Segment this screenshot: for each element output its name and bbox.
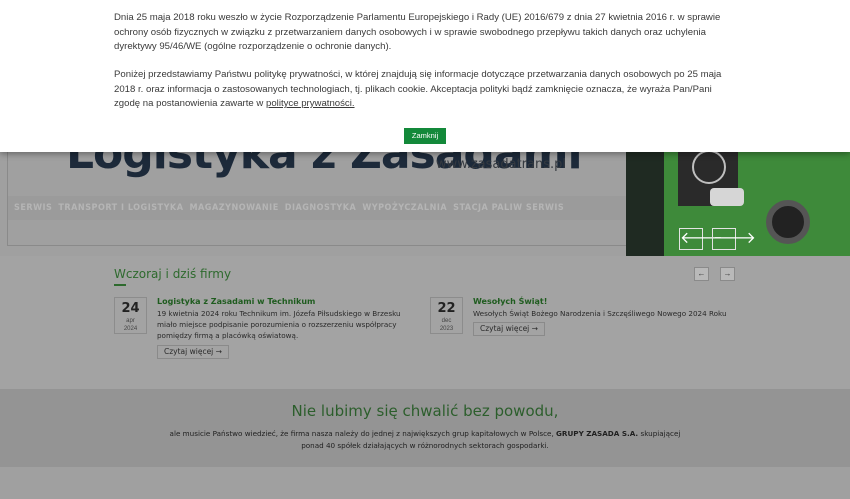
- cookie-paragraph-policy: Poniżej przedstawiamy Państwu politykę p…: [114, 68, 734, 112]
- privacy-policy-link[interactable]: polityce prywatności.: [266, 98, 355, 109]
- news-date-day: 24: [121, 301, 140, 316]
- cookie-close-button[interactable]: Zamknij: [404, 128, 446, 144]
- news-date-month: apr: [126, 318, 135, 324]
- news-title-underline: [114, 284, 126, 286]
- news-date-day: 22: [437, 301, 456, 316]
- news-prev-button[interactable]: ←: [694, 267, 709, 281]
- cookie-paragraph-gdpr: Dnia 25 maja 2018 roku weszło w życie Ro…: [114, 12, 721, 52]
- news-date-year: 2024: [123, 326, 138, 332]
- news-item-body: Wesołych Świąt Bożego Narodzenia i Szczę…: [473, 309, 727, 318]
- promo-title: Nie lubimy się chwalić bez powodu,: [291, 402, 559, 420]
- nav-item-magazynowanie[interactable]: MAGAZYNOWANIE: [189, 203, 278, 213]
- promo-text-bold: GRUPY ZASADA S.A.: [556, 429, 639, 438]
- promo-text-after: skupiającej: [640, 429, 681, 438]
- bottom-band: [0, 467, 850, 499]
- news-date-year: 2023: [439, 326, 454, 332]
- arrow-right-icon: →: [723, 269, 732, 278]
- news-date-box: 22 dec 2023: [430, 297, 463, 334]
- read-more-button[interactable]: Czytaj więcej →: [473, 322, 545, 336]
- promo-text-line2: ponad 40 spółek działających w różnorodn…: [301, 441, 549, 450]
- news-item-heading[interactable]: Wesołych Świąt!: [473, 297, 547, 306]
- promo-text: ale musicie Państwo wiedzieć, że firma n…: [0, 428, 850, 452]
- news-date-box: 24 apr 2024: [114, 297, 147, 334]
- news-section-title: Wczoraj i dziś firmy: [114, 267, 232, 281]
- cookie-policy-text: Poniżej przedstawiamy Państwu politykę p…: [114, 69, 722, 109]
- truck-wheel: [766, 200, 810, 244]
- cookie-banner: Dnia 25 maja 2018 roku weszło w życie Ro…: [0, 0, 850, 152]
- truck-headlight: [710, 188, 744, 206]
- news-item-body: 19 kwietnia 2024 roku Technikum im. Józe…: [157, 309, 401, 340]
- arrow-left-icon: ←: [697, 269, 706, 278]
- slider-next-button[interactable]: 🡒: [712, 228, 756, 250]
- news-date-month: dec: [441, 318, 452, 324]
- arrow-right-icon: 🡒: [713, 230, 756, 247]
- nav-item-transport[interactable]: TRANSPORT I LOGISTYKA: [58, 203, 183, 213]
- nav-item-serwis[interactable]: SERWIS: [14, 203, 52, 213]
- news-item-heading[interactable]: Logistyka z Zasadami w Technikum: [157, 297, 315, 306]
- main-nav: SERWIS TRANSPORT I LOGISTYKA MAGAZYNOWAN…: [8, 196, 626, 220]
- slider-prev-button[interactable]: 🡐: [679, 228, 723, 250]
- promo-text-before: ale musicie Państwo wiedzieć, że firma n…: [169, 429, 554, 438]
- read-more-button[interactable]: Czytaj więcej →: [157, 345, 229, 359]
- nav-item-stacja-paliw[interactable]: STACJA PALIW SERWIS: [453, 203, 564, 213]
- site-url: www.zasadatrans.pl: [436, 157, 566, 172]
- nav-item-diagnostyka[interactable]: DIAGNOSTYKA: [285, 203, 357, 213]
- news-next-button[interactable]: →: [720, 267, 735, 281]
- nav-item-wypozyczalnia[interactable]: WYPOŻYCZALNIA: [362, 203, 447, 213]
